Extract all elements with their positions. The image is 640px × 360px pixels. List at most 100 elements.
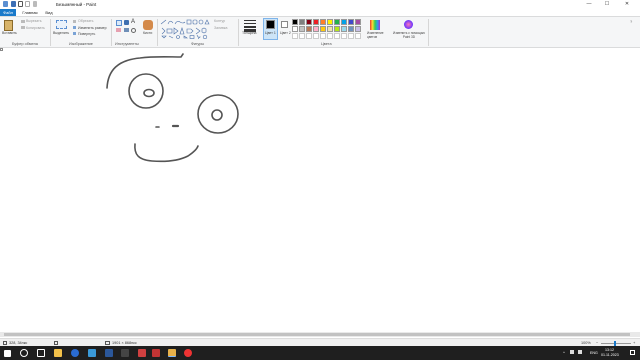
palette-swatch[interactable]	[292, 26, 298, 32]
crop-button[interactable]: Обрезать	[78, 19, 93, 23]
undo-icon[interactable]	[18, 1, 23, 7]
tray-chevron-icon[interactable]: ^	[563, 350, 565, 355]
close-button[interactable]: ✕	[620, 1, 634, 7]
minimize-button[interactable]: —	[582, 1, 596, 7]
custom-color-slot[interactable]	[292, 33, 298, 39]
scrollbar-thumb[interactable]	[4, 333, 630, 336]
fill-button[interactable]: Заливка	[214, 26, 227, 30]
select-button[interactable]: Выделить	[53, 31, 69, 35]
network-icon[interactable]	[570, 350, 574, 354]
palette-swatch[interactable]	[327, 26, 333, 32]
edit-colors-icon[interactable]	[370, 20, 380, 30]
color1-label: Цвет 1	[265, 31, 276, 35]
paint-taskbar-icon[interactable]	[168, 349, 176, 357]
cursor-position-icon	[3, 341, 7, 345]
palette-swatch[interactable]	[327, 19, 333, 25]
cut-button[interactable]: Вырезать	[26, 19, 42, 23]
palette-swatch[interactable]	[341, 26, 347, 32]
resize-button[interactable]: Изменить размер	[78, 26, 107, 30]
palette-swatch[interactable]	[306, 26, 312, 32]
custom-color-slot[interactable]	[299, 33, 305, 39]
palette-swatch[interactable]	[341, 19, 347, 25]
app-red2-icon[interactable]	[152, 349, 160, 357]
help-icon[interactable]: ?	[630, 19, 632, 24]
custom-color-slot[interactable]	[313, 33, 319, 39]
palette-swatch[interactable]	[306, 19, 312, 25]
custom-color-slot[interactable]	[341, 33, 347, 39]
search-icon[interactable]	[20, 349, 28, 357]
palette-swatch[interactable]	[299, 26, 305, 32]
zoom-slider-thumb[interactable]	[614, 340, 616, 346]
zoom-in-button[interactable]: +	[633, 340, 635, 345]
brushes-button[interactable]: Кисти	[143, 31, 152, 35]
volume-icon[interactable]	[578, 350, 582, 354]
pencil-icon[interactable]	[116, 20, 122, 26]
canvas-resize-handle[interactable]	[0, 48, 3, 51]
chrome-icon[interactable]	[184, 349, 192, 357]
palette-swatch[interactable]	[292, 19, 298, 25]
tab-file[interactable]: Файл	[0, 9, 16, 16]
palette-swatch[interactable]	[334, 19, 340, 25]
copy-icon	[21, 26, 25, 29]
paint3d-icon[interactable]	[404, 20, 413, 29]
size-button[interactable]: Толщина	[242, 31, 257, 35]
file-explorer-icon[interactable]	[54, 349, 62, 357]
fill-icon[interactable]	[124, 20, 129, 25]
paint-app-icon	[3, 1, 8, 7]
terminal-icon[interactable]	[121, 349, 129, 357]
eraser-icon[interactable]	[116, 28, 121, 32]
palette-swatch[interactable]	[348, 19, 354, 25]
palette-swatch[interactable]	[334, 26, 340, 32]
select-icon[interactable]	[56, 20, 67, 29]
palette-swatch[interactable]	[299, 19, 305, 25]
save-icon[interactable]	[11, 1, 16, 7]
rotate-button[interactable]: Повернуть	[78, 32, 95, 36]
paint3d-button[interactable]: Изменить с помощью Paint 3D	[393, 31, 425, 39]
custom-color-slot[interactable]	[355, 33, 361, 39]
canvas-workspace[interactable]	[0, 48, 640, 333]
custom-color-slot[interactable]	[348, 33, 354, 39]
clock-time[interactable]: 13:12	[605, 348, 614, 352]
clock-date[interactable]: 01.11.2023	[601, 353, 619, 357]
app-icon[interactable]	[105, 349, 113, 357]
palette-swatch[interactable]	[348, 26, 354, 32]
tab-view[interactable]: Вид	[43, 9, 55, 16]
custom-color-slot[interactable]	[327, 33, 333, 39]
horizontal-scrollbar[interactable]	[0, 332, 640, 337]
color2-swatch[interactable]	[281, 21, 288, 28]
customize-quick-access-icon[interactable]	[33, 1, 37, 7]
edge-icon[interactable]	[71, 349, 79, 357]
tab-home[interactable]: Главная	[20, 9, 40, 16]
task-view-icon[interactable]	[37, 349, 45, 357]
paste-icon[interactable]	[4, 20, 13, 31]
palette-swatch[interactable]	[320, 19, 326, 25]
text-tool-icon[interactable]: A	[131, 19, 135, 25]
store-icon[interactable]	[88, 349, 96, 357]
outline-button[interactable]: Контур	[214, 19, 225, 23]
palette-swatch[interactable]	[355, 19, 361, 25]
zoom-slider[interactable]	[601, 342, 631, 344]
maximize-button[interactable]: ☐	[600, 1, 614, 7]
size-icon[interactable]	[244, 20, 256, 32]
palette-swatch[interactable]	[355, 26, 361, 32]
zoom-out-button[interactable]: −	[596, 341, 598, 345]
custom-color-slot[interactable]	[334, 33, 340, 39]
notifications-icon[interactable]	[630, 350, 635, 355]
language-indicator[interactable]: ENG	[590, 351, 598, 355]
paste-button[interactable]: Вставить	[2, 31, 17, 35]
brushes-icon[interactable]	[143, 20, 153, 30]
drawing-canvas[interactable]	[0, 48, 640, 333]
redo-icon[interactable]	[25, 1, 30, 7]
palette-swatch[interactable]	[313, 26, 319, 32]
app-red-icon[interactable]	[138, 349, 146, 357]
magnifier-icon[interactable]	[131, 28, 136, 33]
palette-swatch[interactable]	[313, 19, 319, 25]
palette-swatch[interactable]	[320, 26, 326, 32]
custom-color-slot[interactable]	[320, 33, 326, 39]
custom-color-slot[interactable]	[306, 33, 312, 39]
color-picker-icon[interactable]	[124, 28, 129, 32]
shapes-gallery[interactable]	[160, 19, 210, 39]
edit-colors-button[interactable]: Изменение цветов	[367, 31, 387, 39]
start-button-icon[interactable]	[4, 349, 11, 357]
copy-button[interactable]: Копировать	[26, 26, 45, 30]
